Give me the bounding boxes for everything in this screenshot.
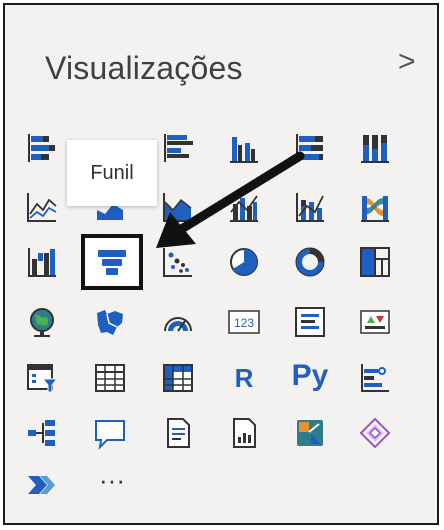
power-apps-icon[interactable] xyxy=(355,413,395,453)
pane-title: Visualizações xyxy=(45,50,243,86)
card-icon[interactable]: 123 xyxy=(224,302,264,342)
pie-icon[interactable] xyxy=(224,242,264,282)
100-stacked-column-icon[interactable] xyxy=(355,128,395,168)
treemap-icon[interactable] xyxy=(355,242,395,282)
clustered-column-icon[interactable] xyxy=(224,128,264,168)
ribbon-chart-icon[interactable] xyxy=(355,187,395,227)
power-automate-icon[interactable] xyxy=(290,413,330,453)
paginated-report-icon[interactable] xyxy=(224,413,264,453)
expand-pane-button[interactable]: > xyxy=(398,45,416,79)
multi-row-card-icon[interactable] xyxy=(290,302,330,342)
power-automate-chevron-icon[interactable] xyxy=(22,465,62,505)
line-clustered-column-icon[interactable] xyxy=(224,187,264,227)
clustered-bar-icon[interactable] xyxy=(158,128,198,168)
line-stacked-column-icon[interactable] xyxy=(290,187,330,227)
funnel-icon[interactable] xyxy=(92,242,132,282)
map-icon[interactable] xyxy=(22,302,62,342)
matrix-icon[interactable] xyxy=(158,358,198,398)
waterfall-icon[interactable] xyxy=(22,242,62,282)
scatter-icon[interactable] xyxy=(158,242,198,282)
tooltip: Funil xyxy=(67,140,157,206)
smart-narrative-icon[interactable] xyxy=(158,413,198,453)
donut-icon[interactable] xyxy=(290,242,330,282)
decomposition-tree-icon[interactable] xyxy=(22,413,62,453)
r-visual-icon[interactable]: R xyxy=(224,358,264,398)
100-stacked-bar-icon[interactable] xyxy=(290,128,330,168)
gauge-icon[interactable] xyxy=(158,302,198,342)
table-icon[interactable] xyxy=(90,358,130,398)
slicer-icon[interactable] xyxy=(22,358,62,398)
qa-icon[interactable] xyxy=(90,413,130,453)
filled-map-icon[interactable] xyxy=(90,302,130,342)
card-value-text: 123 xyxy=(234,316,254,330)
key-influencers-icon[interactable] xyxy=(355,358,395,398)
stacked-area-icon[interactable] xyxy=(158,187,198,227)
stacked-bar-icon[interactable] xyxy=(22,128,62,168)
kpi-icon[interactable] xyxy=(355,302,395,342)
python-visual-icon[interactable]: Py xyxy=(290,356,330,396)
line-chart-icon[interactable] xyxy=(22,187,62,227)
more-options-icon[interactable]: ··· xyxy=(92,460,132,500)
